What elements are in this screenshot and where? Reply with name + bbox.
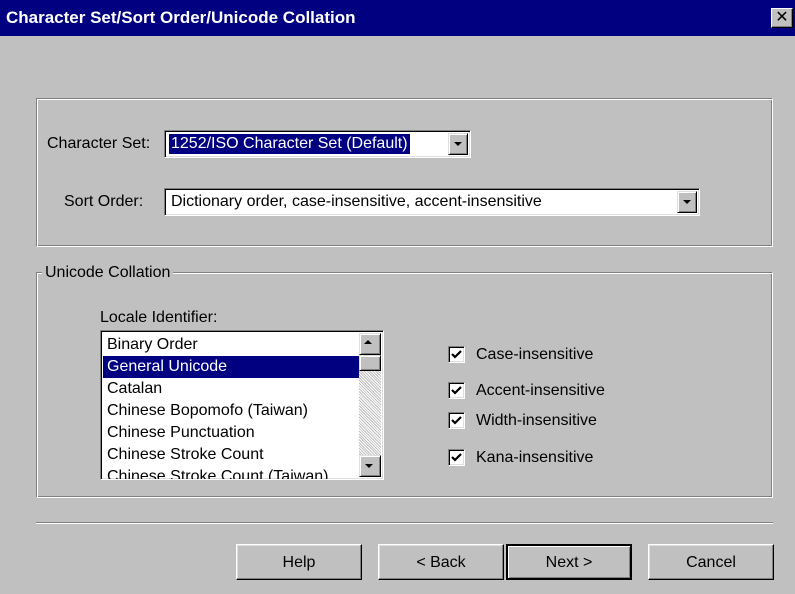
scroll-down-button[interactable] [359,455,381,477]
width-insensitive-checkbox[interactable] [448,412,465,429]
locale-scrollbar[interactable] [359,333,381,477]
locale-identifier-label: Locale Identifier: [100,309,218,326]
case-insensitive-label: Case-insensitive [476,346,594,363]
list-item[interactable]: Binary Order [103,334,359,356]
chevron-down-icon [683,200,691,204]
close-icon: ✕ [775,9,789,26]
width-insensitive-label: Width-insensitive [476,412,597,429]
sort-order-label: Sort Order: [64,193,144,210]
sort-order-dropdown-button[interactable] [677,191,697,213]
unicode-collation-title: Unicode Collation [42,264,174,282]
arrow-down-icon [365,464,373,468]
sort-order-dropdown[interactable]: Dictionary order, case-insensitive, acce… [164,188,700,216]
scroll-up-button[interactable] [359,333,381,355]
accent-insensitive-checkbox[interactable] [448,382,465,399]
locale-listbox[interactable]: Binary Order General Unicode Catalan Chi… [100,330,384,480]
cancel-button[interactable]: Cancel [648,544,774,580]
button-separator [36,522,773,524]
checkmark-icon [451,350,462,359]
list-item[interactable]: Catalan [103,378,359,400]
character-set-group [36,98,773,247]
character-set-dropdown[interactable]: 1252/ISO Character Set (Default) [164,130,471,158]
accent-insensitive-label: Accent-insensitive [476,382,605,399]
list-item[interactable]: Chinese Stroke Count [103,444,359,466]
title-bar: Character Set/Sort Order/Unicode Collati… [0,0,795,36]
character-set-dropdown-button[interactable] [448,133,468,155]
help-button[interactable]: Help [236,544,362,580]
scroll-thumb[interactable] [359,355,381,371]
close-button[interactable]: ✕ [771,8,793,28]
case-insensitive-checkbox[interactable] [448,346,465,363]
list-item[interactable]: Chinese Bopomofo (Taiwan) [103,400,359,422]
window-title: Character Set/Sort Order/Unicode Collati… [6,8,356,27]
kana-insensitive-checkbox[interactable] [448,449,465,466]
character-set-value: 1252/ISO Character Set (Default) [168,133,411,155]
kana-insensitive-label: Kana-insensitive [476,449,594,466]
list-item-selected[interactable]: General Unicode [103,356,359,378]
checkmark-icon [451,386,462,395]
list-item[interactable]: Chinese Punctuation [103,422,359,444]
character-set-label: Character Set: [47,135,151,152]
list-item[interactable]: Chinese Stroke Count (Taiwan) [103,466,359,479]
arrow-up-icon [364,340,372,344]
checkmark-icon [451,416,462,425]
back-button[interactable]: < Back [378,544,504,580]
next-button[interactable]: Next > [506,544,632,580]
chevron-down-icon [454,142,462,146]
locale-list: Binary Order General Unicode Catalan Chi… [103,334,359,479]
checkmark-icon [451,453,462,462]
sort-order-value: Dictionary order, case-insensitive, acce… [171,193,542,210]
